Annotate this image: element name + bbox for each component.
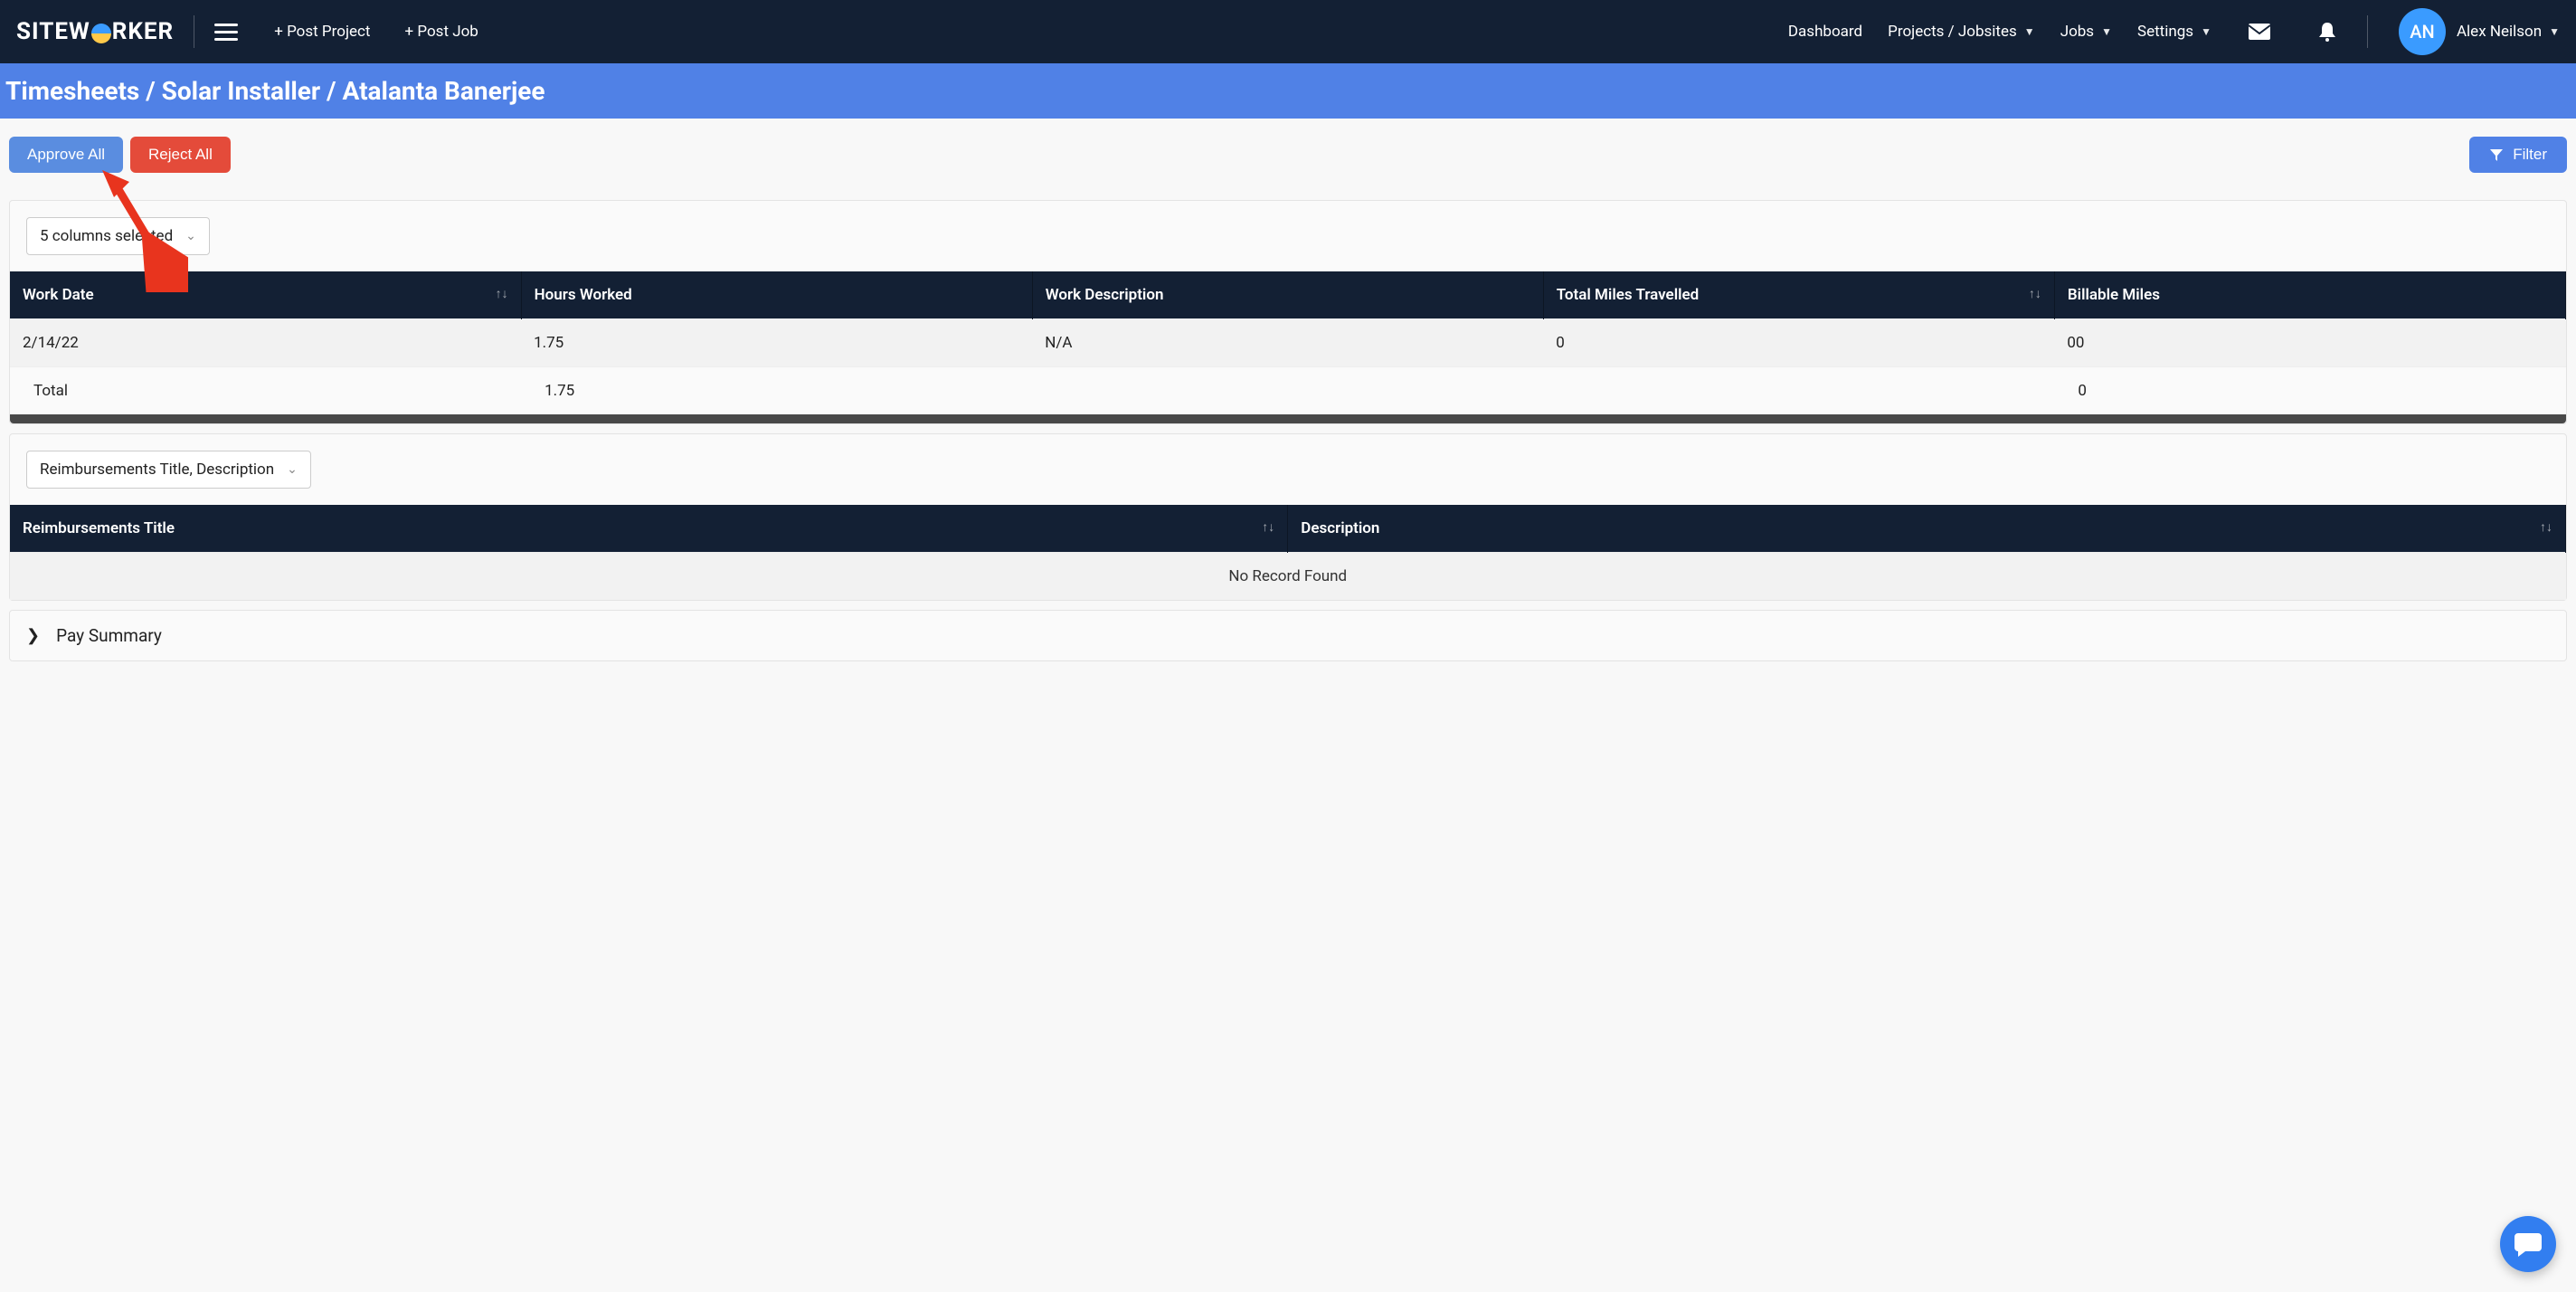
post-project-link[interactable]: + Post Project — [274, 23, 370, 41]
nav-links-left: + Post Project + Post Job — [274, 23, 478, 41]
nav-links-right: Dashboard Projects / Jobsites ▼ Jobs ▼ S… — [1788, 21, 2347, 43]
columns-selector-label: 5 columns selected — [40, 227, 173, 245]
no-record-label: No Record Found — [10, 553, 2566, 601]
chevron-down-icon: ▼ — [2549, 25, 2560, 38]
col-total-miles-label: Total Miles Travelled — [1557, 286, 1699, 304]
col-total-miles[interactable]: Total Miles Travelled ↑↓ — [1543, 271, 2054, 319]
pay-summary-toggle[interactable]: ❯ Pay Summary — [9, 610, 2567, 661]
chat-button[interactable] — [2500, 1216, 2556, 1272]
filter-label: Filter — [2513, 146, 2547, 164]
chevron-down-icon: ▼ — [2201, 25, 2211, 38]
avatar[interactable]: AN — [2399, 8, 2446, 55]
jobs-label: Jobs — [2060, 23, 2094, 41]
col-work-description[interactable]: Work Description — [1032, 271, 1543, 319]
cell-desc: N/A — [1032, 319, 1543, 367]
action-row: Approve All Reject All Filter — [0, 119, 2576, 191]
projects-label: Projects / Jobsites — [1888, 23, 2017, 41]
total-label: Total — [10, 367, 521, 415]
user-menu[interactable]: Alex Neilson ▼ — [2457, 23, 2560, 41]
col-hours-worked[interactable]: Hours Worked — [521, 271, 1032, 319]
total-billable: 0 — [2054, 367, 2565, 415]
chevron-down-icon: ⌄ — [287, 462, 298, 477]
bell-icon[interactable] — [2307, 21, 2347, 43]
scrollbar-track[interactable] — [10, 414, 2566, 423]
settings-label: Settings — [2137, 23, 2193, 41]
col-reimb-description[interactable]: Description ↑↓ — [1288, 505, 2566, 553]
logo-text-suffix: RKER — [112, 18, 174, 45]
col-reimb-description-label: Description — [1301, 519, 1379, 537]
chevron-right-icon: ❯ — [26, 626, 40, 645]
approve-all-button[interactable]: Approve All — [9, 137, 123, 173]
settings-dropdown[interactable]: Settings ▼ — [2137, 23, 2211, 41]
chevron-down-icon: ▼ — [2024, 25, 2035, 38]
user-name-label: Alex Neilson — [2457, 23, 2542, 41]
filter-button[interactable]: Filter — [2469, 137, 2567, 173]
pay-summary-label: Pay Summary — [56, 625, 162, 646]
logo[interactable]: SITEW RKER — [16, 18, 174, 45]
jobs-dropdown[interactable]: Jobs ▼ — [2060, 23, 2112, 41]
logo-text-prefix: SITEW — [16, 18, 90, 45]
empty-row: No Record Found — [10, 553, 2566, 601]
cell-miles: 0 — [1543, 319, 2054, 367]
top-nav: SITEW RKER + Post Project + Post Job Das… — [0, 0, 2576, 63]
total-hours: 1.75 — [521, 367, 1032, 415]
col-reimb-title-label: Reimbursements Title — [23, 519, 175, 537]
cell-hours: 1.75 — [521, 319, 1032, 367]
col-reimb-title[interactable]: Reimbursements Title ↑↓ — [10, 505, 1288, 553]
col-work-date[interactable]: Work Date ↑↓ — [10, 271, 521, 319]
table-total-row: Total 1.75 0 — [10, 367, 2566, 415]
sort-icon: ↑↓ — [2540, 519, 2552, 535]
post-job-link[interactable]: + Post Job — [405, 23, 478, 41]
reject-all-button[interactable]: Reject All — [130, 137, 231, 173]
chevron-down-icon: ⌄ — [185, 229, 196, 243]
chevron-down-icon: ▼ — [2101, 25, 2112, 38]
sort-icon: ↑↓ — [2029, 286, 2041, 301]
sort-icon: ↑↓ — [1262, 519, 1274, 535]
sort-icon: ↑↓ — [496, 286, 508, 301]
cell-billable: 00 — [2054, 319, 2565, 367]
timesheet-table: Work Date ↑↓ Hours Worked Work Descripti… — [10, 271, 2566, 414]
mail-icon[interactable] — [2237, 23, 2282, 41]
divider — [2367, 15, 2368, 48]
menu-icon[interactable] — [214, 24, 238, 41]
reimbursements-selector-label: Reimbursements Title, Description — [40, 461, 274, 479]
reimbursements-selector[interactable]: Reimbursements Title, Description ⌄ — [26, 451, 311, 489]
col-work-date-label: Work Date — [23, 286, 94, 304]
cell-date: 2/14/22 — [10, 319, 521, 367]
timesheet-panel: 5 columns selected ⌄ Work Date ↑↓ Hours … — [9, 200, 2567, 424]
table-row: 2/14/22 1.75 N/A 0 00 — [10, 319, 2566, 367]
reimbursements-table: Reimbursements Title ↑↓ Description ↑↓ N… — [10, 505, 2566, 600]
reimbursements-panel: Reimbursements Title, Description ⌄ Reim… — [9, 433, 2567, 601]
col-billable-miles[interactable]: Billable Miles — [2054, 271, 2565, 319]
filter-icon — [2489, 147, 2504, 162]
breadcrumb: Timesheets / Solar Installer / Atalanta … — [0, 63, 2576, 119]
chat-icon — [2514, 1231, 2542, 1257]
projects-dropdown[interactable]: Projects / Jobsites ▼ — [1888, 23, 2035, 41]
dashboard-link[interactable]: Dashboard — [1788, 23, 1862, 41]
columns-selector[interactable]: 5 columns selected ⌄ — [26, 217, 210, 255]
logo-o-icon — [91, 24, 111, 43]
